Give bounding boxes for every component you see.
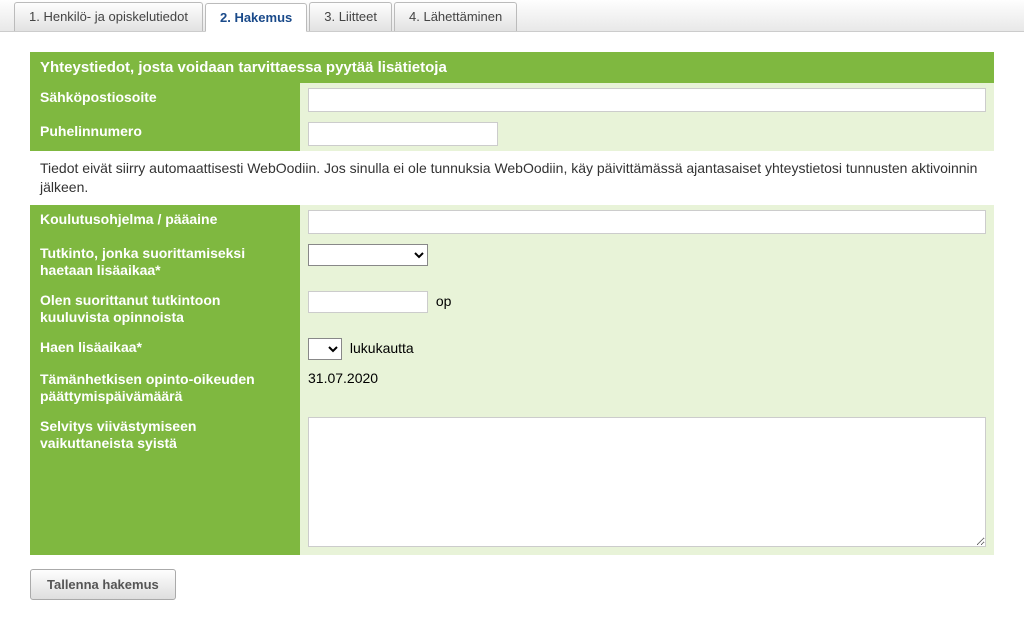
duration-label: Haen lisäaikaa* bbox=[30, 333, 300, 365]
email-input[interactable] bbox=[308, 88, 986, 112]
save-button[interactable]: Tallenna hakemus bbox=[30, 569, 176, 600]
credits-unit: op bbox=[436, 293, 452, 309]
duration-select[interactable] bbox=[308, 338, 342, 360]
phone-label: Puhelinnumero bbox=[30, 117, 300, 151]
tab-attachments[interactable]: 3. Liitteet bbox=[309, 2, 392, 31]
reason-label: Selvitys viivästymiseen vaikuttaneista s… bbox=[30, 412, 300, 555]
duration-unit: lukukautta bbox=[350, 340, 414, 356]
credits-input[interactable] bbox=[308, 291, 428, 313]
phone-input[interactable] bbox=[308, 122, 498, 146]
enddate-label: Tämänhetkisen opinto-oikeuden päättymisp… bbox=[30, 365, 300, 412]
info-text: Tiedot eivät siirry automaattisesti WebO… bbox=[30, 151, 994, 205]
form-container: Yhteystiedot, josta voidaan tarvittaessa… bbox=[0, 32, 1024, 620]
degree-select[interactable] bbox=[308, 244, 428, 266]
program-label: Koulutusohjelma / pääaine bbox=[30, 205, 300, 239]
tab-submit[interactable]: 4. Lähettäminen bbox=[394, 2, 517, 31]
credits-label: Olen suorittanut tutkintoon kuuluvista o… bbox=[30, 286, 300, 333]
application-form-table: Yhteystiedot, josta voidaan tarvittaessa… bbox=[30, 52, 994, 555]
email-label: Sähköpostiosoite bbox=[30, 83, 300, 117]
wizard-tabs: 1. Henkilö- ja opiskelutiedot 2. Hakemus… bbox=[0, 0, 1024, 32]
button-bar: Tallenna hakemus bbox=[30, 569, 994, 600]
tab-personal[interactable]: 1. Henkilö- ja opiskelutiedot bbox=[14, 2, 203, 31]
degree-label: Tutkinto, jonka suorittamiseksi haetaan … bbox=[30, 239, 300, 286]
section-header: Yhteystiedot, josta voidaan tarvittaessa… bbox=[30, 52, 994, 83]
enddate-value: 31.07.2020 bbox=[308, 370, 378, 386]
tab-application[interactable]: 2. Hakemus bbox=[205, 3, 307, 32]
reason-textarea[interactable] bbox=[308, 417, 986, 547]
program-input[interactable] bbox=[308, 210, 986, 234]
